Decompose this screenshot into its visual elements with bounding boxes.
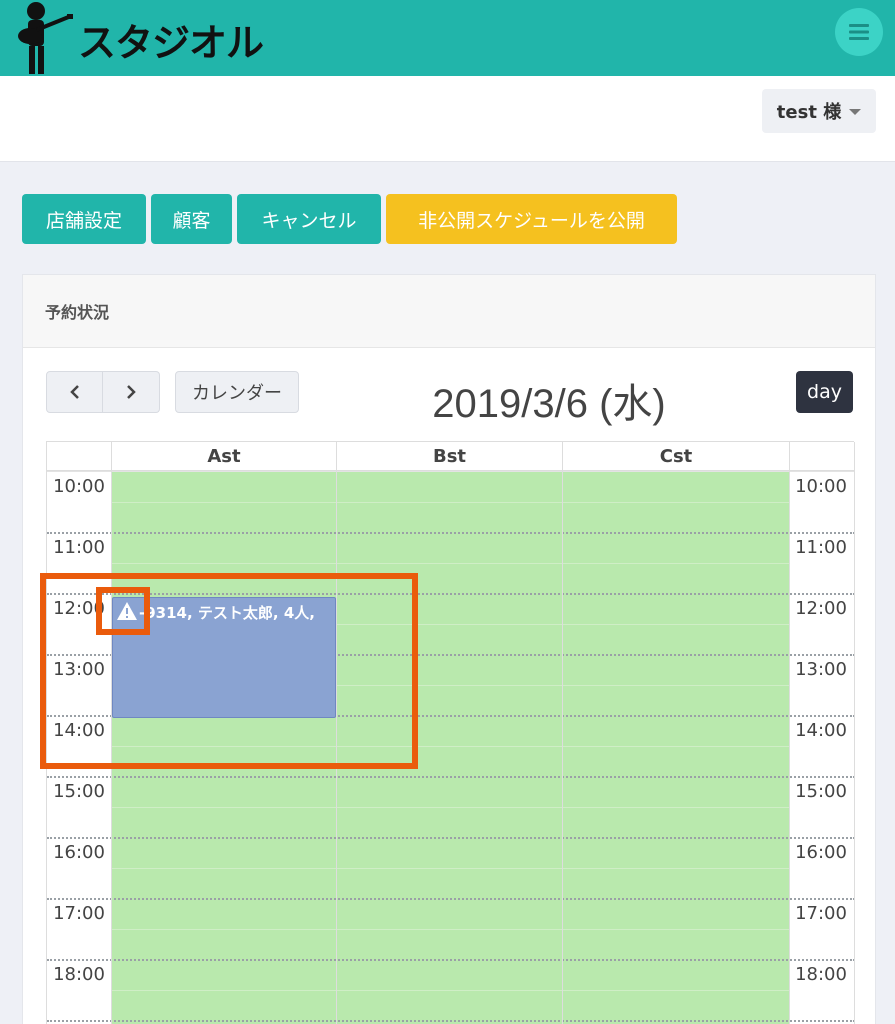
prev-day-button[interactable]	[46, 371, 103, 413]
publish-private-schedule-button[interactable]: 非公開スケジュールを公開	[386, 194, 677, 244]
user-menu-button[interactable]: test 様	[762, 89, 876, 133]
guitarist-icon	[18, 2, 73, 74]
time-label: 17:00	[795, 903, 847, 924]
calendar-button[interactable]: カレンダー	[175, 371, 299, 413]
logo-text: スタジオル	[78, 20, 264, 65]
time-header-right	[790, 442, 854, 471]
next-day-button[interactable]	[103, 371, 160, 413]
user-bar: test 様	[0, 76, 895, 162]
highlight-box-warning-icon	[96, 587, 150, 635]
time-label: 18:00	[53, 964, 105, 985]
app-logo[interactable]: スタジオル	[10, 0, 264, 76]
chevron-right-icon	[127, 385, 136, 399]
panel-title: 予約状況	[23, 275, 875, 348]
date-navigation	[46, 371, 160, 413]
time-label: 10:00	[795, 476, 847, 497]
cancel-button[interactable]: キャンセル	[237, 194, 381, 244]
column-header-cst: Cst	[563, 442, 789, 471]
time-label: 11:00	[795, 537, 847, 558]
hamburger-menu-button[interactable]	[835, 8, 883, 56]
time-label: 12:00	[795, 598, 847, 619]
time-label: 15:00	[795, 781, 847, 802]
store-settings-button[interactable]: 店舗設定	[22, 194, 146, 244]
column-header-ast: Ast	[112, 442, 336, 471]
chevron-left-icon	[69, 385, 79, 399]
column-header-bst: Bst	[337, 442, 562, 471]
time-label: 13:00	[795, 659, 847, 680]
time-label: 14:00	[795, 720, 847, 741]
time-label: 17:00	[53, 903, 105, 924]
time-label: 10:00	[53, 476, 105, 497]
top-header: スタジオル	[0, 0, 895, 76]
current-date-title: 2019/3/6 (水)	[432, 382, 666, 426]
caret-down-icon	[849, 109, 862, 115]
user-label: test 様	[776, 102, 842, 123]
time-label: 11:00	[53, 537, 105, 558]
time-label: 16:00	[53, 842, 105, 863]
time-label: 18:00	[795, 964, 847, 985]
day-view-button[interactable]: day	[796, 371, 853, 413]
time-header-left	[47, 442, 111, 471]
time-label: 15:00	[53, 781, 105, 802]
customers-button[interactable]: 顧客	[151, 194, 232, 244]
action-buttons: 店舗設定 顧客 キャンセル 非公開スケジュールを公開	[22, 194, 677, 244]
time-label: 16:00	[795, 842, 847, 863]
menu-icon	[849, 24, 869, 40]
